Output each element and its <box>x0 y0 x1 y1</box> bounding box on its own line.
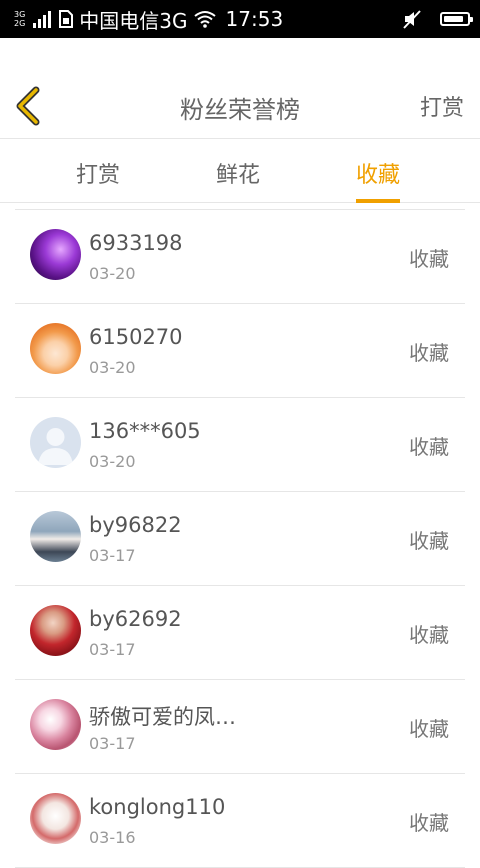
carrier-name: 中国电信3G <box>79 8 188 33</box>
avatar <box>30 511 81 562</box>
tab-label: 打赏 <box>76 163 121 188</box>
fan-name: 136***605 <box>89 419 201 443</box>
avatar <box>30 605 81 656</box>
list-item[interactable]: by96822 03-17 收藏 <box>15 492 465 586</box>
fan-date: 03-17 <box>89 734 136 753</box>
fan-name: by96822 <box>89 513 182 537</box>
tab-bar: 打赏 鲜花 收藏 <box>0 139 480 203</box>
favorite-label: 收藏 <box>409 623 449 647</box>
active-tab-indicator <box>356 199 401 203</box>
signal-bars-icon <box>33 10 52 28</box>
list-item[interactable]: 骄傲可爱的凤… 03-17 收藏 <box>15 680 465 774</box>
fan-name: konglong110 <box>89 795 226 819</box>
sim-card-icon <box>59 10 74 28</box>
favorite-label: 收藏 <box>409 341 449 365</box>
tab-flowers[interactable]: 鲜花 <box>216 157 260 189</box>
clock: 17:53 <box>225 7 284 31</box>
fan-date: 03-17 <box>89 640 136 659</box>
tab-favorites[interactable]: 收藏 <box>356 157 401 203</box>
fan-list: 6933198 03-20 收藏 6150270 03-20 收藏 136***… <box>15 209 465 868</box>
tab-label: 鲜花 <box>216 163 261 188</box>
favorite-label: 收藏 <box>409 811 449 835</box>
page-title: 粉丝荣誉榜 <box>180 96 300 124</box>
avatar <box>30 699 81 750</box>
mute-icon <box>403 10 421 29</box>
avatar <box>30 323 81 374</box>
default-user-icon <box>38 428 73 465</box>
avatar <box>30 793 81 844</box>
avatar <box>30 417 81 468</box>
favorite-label: 收藏 <box>409 529 449 553</box>
fan-date: 03-16 <box>89 828 136 847</box>
fan-name: 6150270 <box>89 325 183 349</box>
avatar <box>30 229 81 280</box>
tab-reward[interactable]: 打赏 <box>76 157 120 189</box>
list-item[interactable]: 6933198 03-20 收藏 <box>15 210 465 304</box>
favorite-label: 收藏 <box>409 247 449 271</box>
tab-label: 收藏 <box>356 163 401 188</box>
wifi-icon <box>193 11 216 28</box>
fan-name: by62692 <box>89 607 182 631</box>
fan-name: 6933198 <box>89 231 183 255</box>
list-item[interactable]: 136***605 03-20 收藏 <box>15 398 465 492</box>
list-item[interactable]: 6150270 03-20 收藏 <box>15 304 465 398</box>
fan-date: 03-17 <box>89 546 136 565</box>
network-type: 3G 2G <box>14 10 26 28</box>
favorite-label: 收藏 <box>409 435 449 459</box>
status-bar: 3G 2G 中国电信3G 17:53 <box>0 0 480 38</box>
favorite-label: 收藏 <box>409 717 449 741</box>
fan-name: 骄傲可爱的凤… <box>89 705 236 729</box>
fan-date: 03-20 <box>89 358 136 377</box>
reward-button[interactable]: 打赏 <box>420 90 464 122</box>
battery-icon <box>440 12 473 26</box>
fan-date: 03-20 <box>89 452 136 471</box>
fan-date: 03-20 <box>89 264 136 283</box>
title-bar: 粉丝荣誉榜 打赏 <box>0 38 480 139</box>
list-item[interactable]: by62692 03-17 收藏 <box>15 586 465 680</box>
